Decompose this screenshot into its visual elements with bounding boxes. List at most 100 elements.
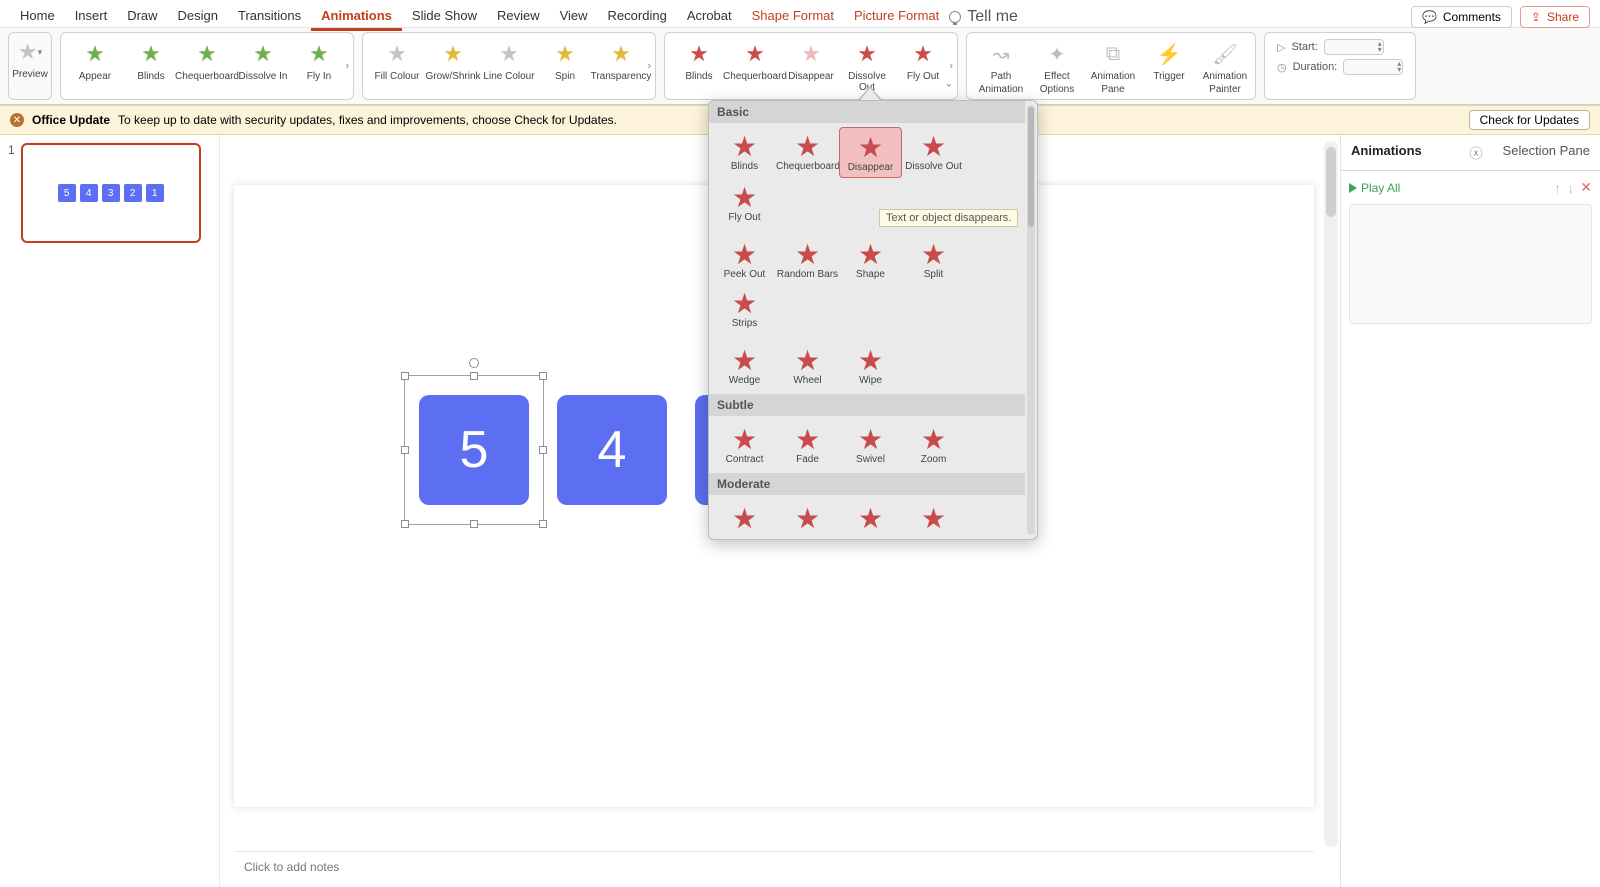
anim-label: Blinds	[137, 71, 164, 82]
gallery-item-disappear[interactable]: ★Disappear	[839, 127, 902, 178]
animation-list[interactable]	[1349, 204, 1592, 324]
menu-tab-animations[interactable]: Animations	[311, 2, 402, 31]
anim-fly-in[interactable]: ★Fly In	[291, 37, 347, 84]
menu-tab-insert[interactable]: Insert	[65, 2, 118, 31]
gallery-item-fly-out[interactable]: ★Fly Out	[713, 178, 776, 227]
star-icon: ★	[801, 43, 821, 65]
menu-tab-view[interactable]: View	[550, 2, 598, 31]
move-up-icon[interactable]: ↑	[1554, 180, 1561, 196]
animations-pane-tab[interactable]: Animations	[1341, 135, 1432, 170]
slide-thumb-1[interactable]: 5 4 3 2 1	[21, 143, 201, 243]
check-updates-button[interactable]: Check for Updates	[1469, 110, 1590, 130]
gallery-item[interactable]: ★	[839, 499, 902, 537]
anim-fly-out[interactable]: ★Fly Out	[895, 37, 951, 84]
play-all-button[interactable]: Play All	[1349, 181, 1400, 195]
menu-tab-recording[interactable]: Recording	[598, 2, 677, 31]
resize-handle[interactable]	[470, 372, 478, 380]
selection-pane-tab[interactable]: Selection Pane	[1493, 135, 1600, 170]
anim-blinds[interactable]: ★Blinds	[671, 37, 727, 84]
play-icon: ▷	[1277, 41, 1285, 54]
anim-disappear[interactable]: ★ Disappear	[783, 37, 839, 84]
move-down-icon[interactable]: ↓	[1567, 180, 1574, 196]
notes-area[interactable]: Click to add notes	[234, 851, 1314, 883]
anim-label: Disappear	[788, 71, 834, 82]
anim-line-colour[interactable]: ★Line Colour	[481, 37, 537, 84]
tool-effect-options[interactable]: ✦EffectOptions	[1029, 37, 1085, 97]
msg-body: To keep up to date with security updates…	[118, 113, 617, 127]
anim-chequerboard[interactable]: ★Chequerboard	[727, 37, 783, 84]
emphasis-more[interactable]: ›	[648, 61, 651, 72]
star-icon: ★	[919, 239, 949, 269]
gallery-item-wheel[interactable]: ★Wheel	[776, 341, 839, 390]
preview-button[interactable]: ★▾ Preview	[8, 32, 52, 100]
gallery-item[interactable]: ★	[902, 499, 965, 537]
gallery-item-shape[interactable]: ★Shape	[839, 235, 902, 284]
resize-handle[interactable]	[539, 520, 547, 528]
star-icon: ★	[730, 424, 760, 454]
tool-trigger-[interactable]: ⚡Trigger	[1141, 37, 1197, 84]
exit-more[interactable]: ⌄	[945, 79, 953, 90]
gallery-item-strips[interactable]: ★Strips	[713, 284, 776, 333]
gallery-item-wipe[interactable]: ★Wipe	[839, 341, 902, 390]
gallery-item-contract[interactable]: ★Contract	[713, 420, 776, 469]
resize-handle[interactable]	[539, 372, 547, 380]
comments-button[interactable]: 💬 Comments	[1411, 6, 1512, 28]
gallery-item-dissolve-out[interactable]: ★Dissolve Out	[902, 127, 965, 178]
rotate-handle[interactable]	[469, 358, 479, 368]
close-pane-icon[interactable]: ⓧ	[1460, 135, 1493, 170]
anim-chequerboard[interactable]: ★Chequerboard	[179, 37, 235, 84]
share-button[interactable]: ⇪ Share	[1520, 6, 1590, 28]
menu-tab-draw[interactable]: Draw	[117, 2, 167, 31]
gallery-item[interactable]: ★	[713, 499, 776, 537]
shape-4[interactable]: 4	[557, 395, 667, 505]
entrance-more[interactable]: ›	[346, 61, 349, 72]
gallery-item-blinds[interactable]: ★Blinds	[713, 127, 776, 178]
menu-tab-acrobat[interactable]: Acrobat	[677, 2, 742, 31]
gallery-item-peek-out[interactable]: ★Peek Out	[713, 235, 776, 284]
anim-transparency[interactable]: ★Transparency	[593, 37, 649, 84]
menu-tab-review[interactable]: Review	[487, 2, 550, 31]
tell-me[interactable]: Tell me	[949, 8, 1018, 26]
comments-label: Comments	[1443, 10, 1501, 24]
anim-spin[interactable]: ★Spin	[537, 37, 593, 84]
tool-label2: Animation	[979, 84, 1023, 95]
start-field[interactable]: ▴▾	[1324, 39, 1384, 55]
tool-animation-painter[interactable]: 🖌AnimationPainter	[1197, 37, 1253, 97]
resize-handle[interactable]	[401, 446, 409, 454]
resize-handle[interactable]	[401, 520, 409, 528]
tool-path-animation[interactable]: ↝PathAnimation	[973, 37, 1029, 97]
anim-fill-colour[interactable]: ★Fill Colour	[369, 37, 425, 84]
duration-field[interactable]: ▴▾	[1343, 59, 1403, 75]
exit-more-side[interactable]: ›	[950, 61, 953, 72]
gitem-label: Fly Out	[713, 212, 776, 223]
menu-tab-design[interactable]: Design	[168, 2, 228, 31]
gallery-item-random-bars[interactable]: ★Random Bars	[776, 235, 839, 284]
gallery-item[interactable]: ★	[713, 537, 776, 539]
resize-handle[interactable]	[470, 520, 478, 528]
vertical-scrollbar[interactable]	[1324, 141, 1338, 847]
menu-tab-home[interactable]: Home	[10, 2, 65, 31]
gallery-item-wedge[interactable]: ★Wedge	[713, 341, 776, 390]
gallery-item-zoom[interactable]: ★Zoom	[902, 420, 965, 469]
gallery-item-chequerboard[interactable]: ★Chequerboard	[776, 127, 839, 178]
menu-tab-shape-format[interactable]: Shape Format	[742, 2, 844, 31]
anim-grow-shrink[interactable]: ★Grow/Shrink	[425, 37, 481, 84]
menu-tab-slide-show[interactable]: Slide Show	[402, 2, 487, 31]
gallery-scrollbar[interactable]	[1027, 105, 1035, 535]
menu-tab-transitions[interactable]: Transitions	[228, 2, 311, 31]
resize-handle[interactable]	[539, 446, 547, 454]
menu-tab-picture-format[interactable]: Picture Format	[844, 2, 949, 31]
anim-blinds[interactable]: ★Blinds	[123, 37, 179, 84]
delete-anim-icon[interactable]: ✕	[1580, 179, 1592, 196]
gallery-item-swivel[interactable]: ★Swivel	[839, 420, 902, 469]
anim-appear[interactable]: ★Appear	[67, 37, 123, 84]
gallery-item-split[interactable]: ★Split	[902, 235, 965, 284]
gitem-label: Random Bars	[776, 269, 839, 280]
anim-dissolve-in[interactable]: ★Dissolve In	[235, 37, 291, 84]
gallery-item-fade[interactable]: ★Fade	[776, 420, 839, 469]
selection-frame[interactable]	[404, 375, 544, 525]
resize-handle[interactable]	[401, 372, 409, 380]
play-all-label: Play All	[1361, 181, 1400, 195]
tool-animation-pane[interactable]: ⧉AnimationPane	[1085, 37, 1141, 97]
gallery-item[interactable]: ★	[776, 499, 839, 537]
